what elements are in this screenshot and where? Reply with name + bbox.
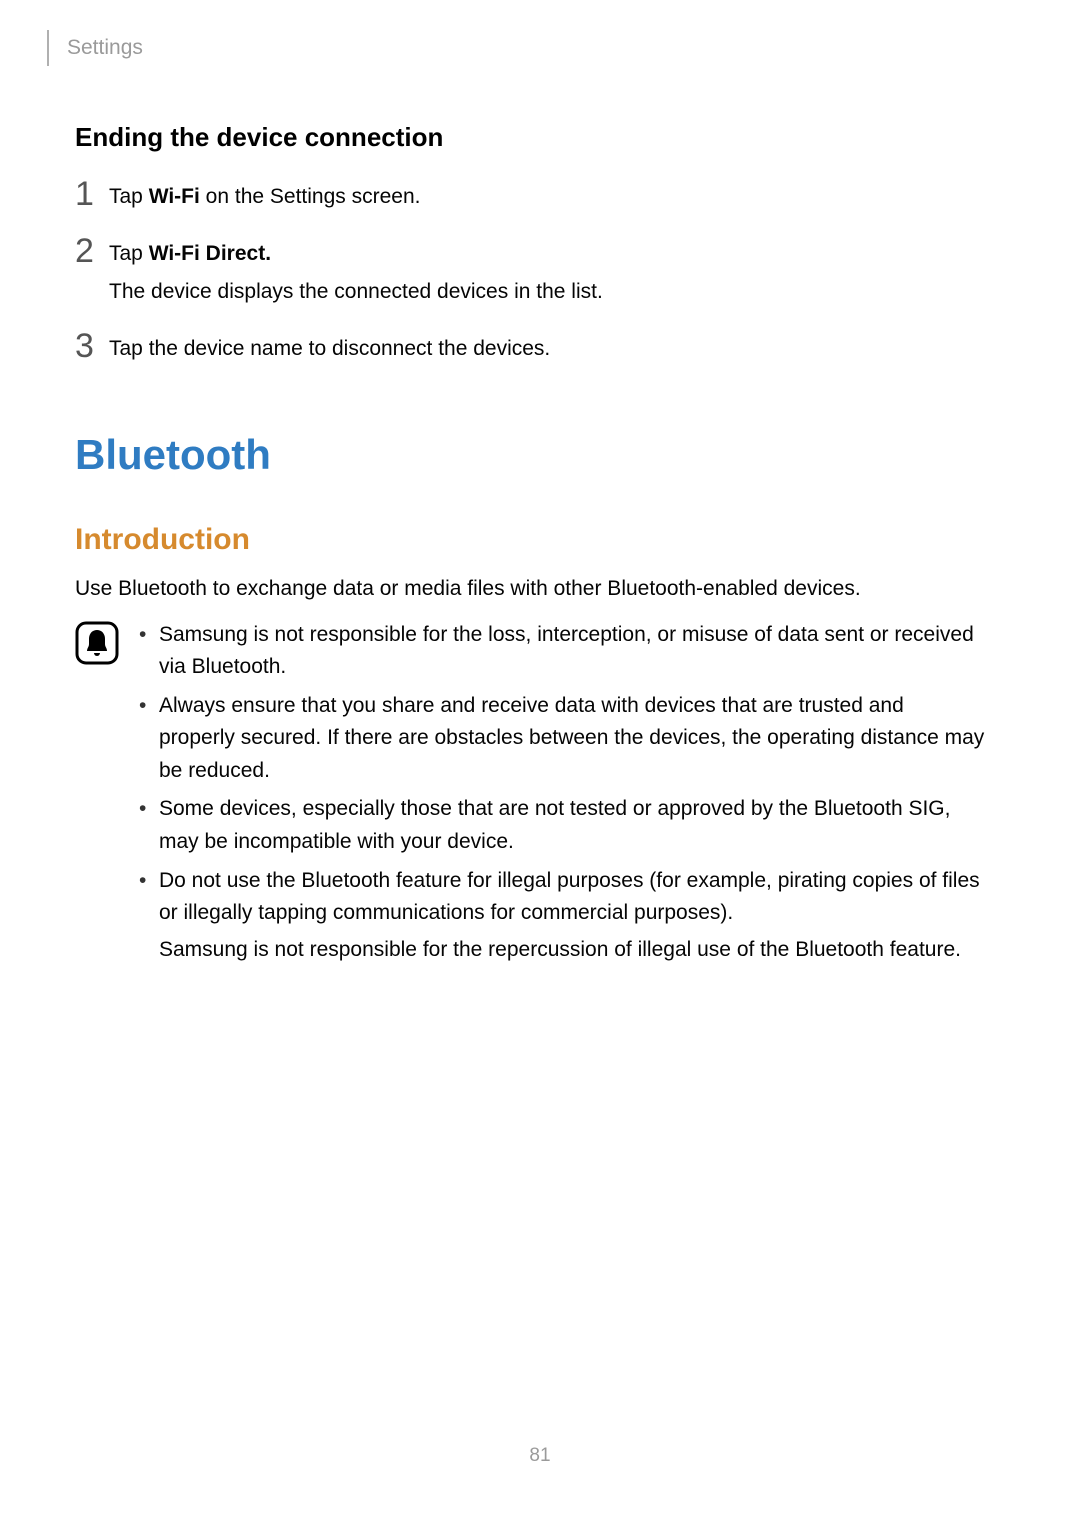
- note-text: Always ensure that you share and receive…: [159, 690, 985, 788]
- note-item: Do not use the Bluetooth feature for ill…: [137, 865, 985, 967]
- note-list: Samsung is not responsible for the loss,…: [137, 619, 985, 972]
- step-text-bold: Wi-Fi Direct.: [149, 242, 271, 265]
- step-3: 3 Tap the device name to disconnect the …: [75, 333, 985, 372]
- header-divider: [47, 30, 49, 66]
- step-number: 2: [75, 234, 109, 268]
- step-text-pre: Tap: [109, 242, 149, 265]
- step-text-post: on the Settings screen.: [200, 185, 421, 208]
- note-block: Samsung is not responsible for the loss,…: [75, 619, 985, 972]
- header: Settings: [47, 30, 985, 66]
- step-body: Tap Wi-Fi Direct. The device displays th…: [109, 238, 985, 315]
- step-number: 1: [75, 177, 109, 211]
- intro-paragraph: Use Bluetooth to exchange data or media …: [75, 573, 985, 605]
- step-list: 1 Tap Wi-Fi on the Settings screen. 2 Ta…: [75, 181, 985, 371]
- chapter-title-bluetooth: Bluetooth: [75, 431, 985, 479]
- step-number: 3: [75, 329, 109, 363]
- step-body: Tap Wi-Fi on the Settings screen.: [109, 181, 985, 220]
- step-text-extra: The device displays the connected device…: [109, 276, 985, 309]
- step-body: Tap the device name to disconnect the de…: [109, 333, 985, 372]
- step-text-pre: Tap: [109, 185, 149, 208]
- step-1: 1 Tap Wi-Fi on the Settings screen.: [75, 181, 985, 220]
- note-text: Some devices, especially those that are …: [159, 793, 985, 858]
- step-2: 2 Tap Wi-Fi Direct. The device displays …: [75, 238, 985, 315]
- page-number: 81: [0, 1445, 1080, 1467]
- notice-bell-icon: [75, 621, 119, 665]
- page: Settings Ending the device connection 1 …: [0, 0, 1080, 1527]
- note-text: Samsung is not responsible for the reper…: [159, 934, 985, 967]
- note-item: Always ensure that you share and receive…: [137, 690, 985, 788]
- breadcrumb: Settings: [67, 36, 143, 60]
- note-item: Samsung is not responsible for the loss,…: [137, 619, 985, 684]
- section-heading-ending: Ending the device connection: [75, 122, 985, 153]
- step-text-bold: Wi-Fi: [149, 185, 200, 208]
- note-text: Samsung is not responsible for the loss,…: [159, 619, 985, 684]
- step-text-pre: Tap the device name to disconnect the de…: [109, 337, 550, 360]
- subsection-title-introduction: Introduction: [75, 523, 985, 557]
- note-item: Some devices, especially those that are …: [137, 793, 985, 858]
- note-text: Do not use the Bluetooth feature for ill…: [159, 865, 985, 930]
